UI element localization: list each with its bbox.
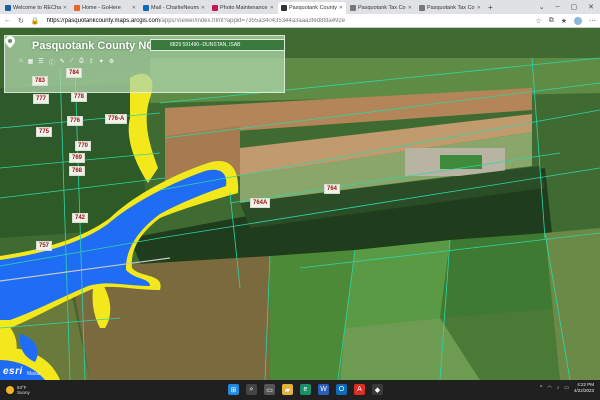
start-icon[interactable]: ⊞ [228, 384, 239, 395]
parcel-label[interactable]: 768 [69, 166, 86, 176]
measure-icon[interactable]: ✎ [60, 58, 65, 67]
tab-title: Pasquotank Tax Co [358, 5, 406, 11]
parcel-label[interactable]: 757 [36, 241, 53, 251]
pdf-icon[interactable]: A [354, 384, 365, 395]
tab-close-icon[interactable]: ✕ [201, 5, 205, 11]
tab-favicon-icon [143, 5, 149, 11]
app-title: Pasquotank County NC [32, 40, 155, 52]
browser-tab[interactable]: Mail - CharlieNeuma ✕ [140, 2, 208, 14]
parcel-label[interactable]: 764A [250, 198, 271, 208]
close-window-button[interactable]: ✕ [588, 3, 594, 11]
minimize-button[interactable]: – [556, 3, 560, 11]
info-icon[interactable]: ⓘ [49, 58, 55, 67]
tab-title: Pasquotank Tax Co [427, 5, 475, 11]
parcel-label[interactable]: 777 [33, 94, 50, 104]
avatar[interactable] [574, 16, 582, 25]
task-view-icon[interactable]: ▭ [264, 384, 275, 395]
parcel-label[interactable]: 784 [66, 68, 83, 78]
browser-tab[interactable]: Pasquotank Tax Co ✕ [347, 2, 415, 14]
parcel-label[interactable]: 783 [32, 76, 49, 86]
favorites-icon[interactable]: ★ [561, 17, 567, 25]
volume-icon[interactable]: ♪ [557, 385, 560, 391]
weather-widget[interactable]: 63°F Sunny [6, 385, 46, 396]
new-tab-button[interactable]: + [488, 3, 493, 12]
tab-favicon-icon [419, 5, 425, 11]
browser-tab[interactable]: Pasquotank Tax Co ✕ [416, 2, 484, 14]
weather-condition: Sunny [17, 390, 30, 395]
map-view[interactable]: Pasquotank County NC 8829 591490--DUNSTA… [0, 28, 600, 380]
sun-icon [6, 386, 14, 394]
wifi-icon[interactable]: ◠ [547, 385, 551, 391]
browser-tab[interactable]: Photo Maintenance ✕ [209, 2, 277, 14]
search-input[interactable]: 8829 591490--DUNSTAN, ISAB [150, 39, 285, 51]
home-icon[interactable]: ⌂ [19, 58, 23, 67]
tab-favicon-icon [5, 5, 11, 11]
layers-icon[interactable]: ▦ [28, 58, 34, 67]
clock[interactable]: 4:22 PM 4/22/2023 [574, 382, 594, 394]
taskbar-apps: ⊞ ⌕ ▭ ▰ e W O A ◆ [228, 384, 383, 395]
star-icon[interactable]: ☆ [535, 17, 541, 25]
address-bar: ← ↻ 🔒 https://pasquotankcounty.maps.arcg… [0, 14, 600, 28]
system-tray: ^ ◠ ♪ ▭ 4:22 PM 4/22/2023 [540, 382, 594, 394]
parcel-label[interactable]: 776 [67, 116, 84, 126]
parcel-label[interactable]: 764 [324, 184, 341, 194]
browser-tab[interactable]: Pasquotank County ✕ [278, 2, 346, 14]
bookmark-icon[interactable]: ✦ [99, 58, 104, 67]
tab-favicon-icon [212, 5, 218, 11]
tab-title: Photo Maintenance [220, 5, 268, 11]
share-icon[interactable]: ⇪ [89, 58, 94, 67]
settings-icon[interactable]: ⚙ [109, 58, 114, 67]
tab-favicon-icon [350, 5, 356, 11]
window-controls: ⌄ – ▢ ✕ [539, 3, 600, 11]
url-host: https://pasquotankcounty.maps.arcgis.com [46, 17, 160, 24]
chevron-down-icon[interactable]: ⌄ [539, 3, 545, 11]
app-icon[interactable]: ◆ [372, 384, 383, 395]
word-icon[interactable]: W [318, 384, 329, 395]
edge-browser-icon[interactable]: e [300, 384, 311, 395]
browser-tab[interactable]: Welcome to REChat ✕ [2, 2, 70, 14]
clock-date: 4/22/2023 [573, 388, 594, 393]
search-icon[interactable]: ⌕ [246, 384, 257, 395]
tab-favicon-icon [74, 5, 80, 11]
outlook-icon[interactable]: O [336, 384, 347, 395]
extensions-icon[interactable]: ⧉ [549, 17, 554, 25]
browser-tab[interactable]: Home - GoHere ✕ [71, 2, 139, 14]
back-button[interactable]: ← [4, 17, 11, 24]
reload-button[interactable]: ↻ [18, 17, 24, 25]
tab-close-icon[interactable]: ✕ [477, 5, 481, 11]
tab-title: Mail - CharlieNeuma [151, 5, 199, 11]
print-icon[interactable]: ⎙ [79, 58, 84, 67]
taskbar: 63°F Sunny ⊞ ⌕ ▭ ▰ e W O A ◆ ^ ◠ ♪ ▭ 4:2… [0, 380, 600, 400]
tab-close-icon[interactable]: ✕ [270, 5, 274, 11]
parcel-label[interactable]: 776-A [105, 114, 128, 124]
map-pin-icon [5, 36, 15, 48]
imagery-attribution: Maxar [27, 371, 41, 377]
parcel-label[interactable]: 778 [71, 92, 88, 102]
file-explorer-icon[interactable]: ▰ [282, 384, 293, 395]
tab-close-icon[interactable]: ✕ [63, 5, 67, 11]
tab-close-icon[interactable]: ✕ [339, 5, 343, 11]
legend-icon[interactable]: ☰ [38, 58, 43, 67]
lock-icon[interactable]: 🔒 [31, 17, 40, 25]
tab-close-icon[interactable]: ✕ [132, 5, 136, 11]
parcel-label[interactable]: 742 [72, 213, 89, 223]
toolbar: ⌂ ▦ ☰ ⓘ ✎ ⟋ ⎙ ⇪ ✦ ⚙ [19, 58, 114, 67]
chevron-up-icon[interactable]: ^ [540, 385, 542, 391]
maximize-button[interactable]: ▢ [571, 3, 578, 11]
url-path: /apps/Viewer/index.html?appid=7355a34043… [159, 17, 346, 24]
tab-close-icon[interactable]: ✕ [408, 5, 412, 11]
tab-title: Welcome to REChat [13, 5, 61, 11]
url-field[interactable]: https://pasquotankcounty.maps.arcgis.com… [47, 18, 529, 24]
more-menu-icon[interactable]: ⋯ [589, 17, 596, 25]
esri-logo[interactable]: esri [3, 366, 23, 377]
tab-title: Home - GoHere [82, 5, 121, 11]
tab-favicon-icon [281, 5, 287, 11]
draw-icon[interactable]: ⟋ [70, 58, 74, 67]
tab-title: Pasquotank County [289, 5, 337, 11]
browser-tab-strip: Welcome to REChat ✕ Home - GoHere ✕ Mail - C… [0, 0, 600, 14]
parcel-label[interactable]: 775 [36, 127, 53, 137]
battery-icon[interactable]: ▭ [564, 385, 569, 391]
parcel-label[interactable]: 770 [75, 141, 92, 151]
parcel-label[interactable]: 769 [69, 153, 86, 163]
